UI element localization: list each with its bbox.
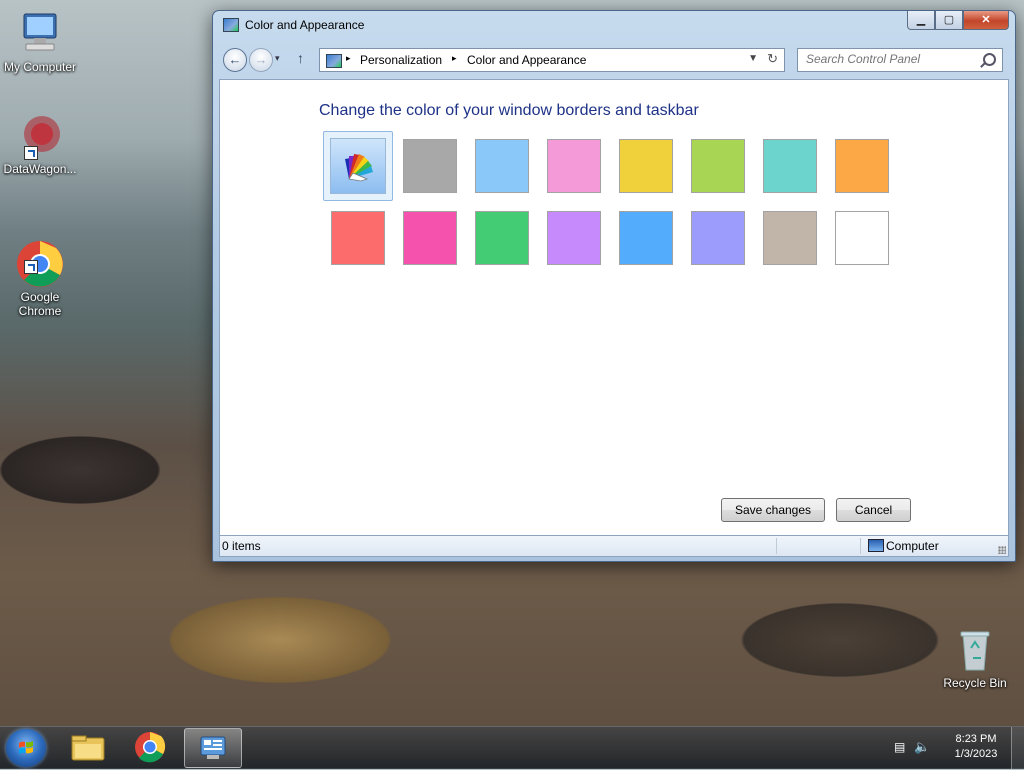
- recent-pages-button[interactable]: ▾: [275, 53, 280, 64]
- back-button[interactable]: ←: [223, 48, 247, 72]
- breadcrumb-chevron-icon[interactable]: ▸: [452, 53, 457, 64]
- clock-date[interactable]: 1/3/2023: [940, 748, 1012, 760]
- page-heading: Change the color of your window borders …: [319, 102, 699, 119]
- close-button[interactable]: ✕: [963, 11, 1009, 30]
- search-input[interactable]: [798, 49, 990, 69]
- address-dropdown-icon[interactable]: ▼: [748, 53, 758, 64]
- computer-icon: [868, 539, 884, 552]
- color-swatch-white[interactable]: [835, 211, 889, 265]
- title-bar[interactable]: Color and Appearance ▁ ▢ ✕: [213, 11, 1015, 39]
- desktop-icon-datawagon[interactable]: DataWagon...: [0, 112, 80, 176]
- breadcrumb-color-appearance[interactable]: Color and Appearance: [467, 53, 586, 67]
- desktop-icon-label: DataWagon...: [3, 162, 77, 176]
- color-swatch-taupe[interactable]: [763, 211, 817, 265]
- color-swatch-teal[interactable]: [763, 139, 817, 193]
- resize-grip-icon[interactable]: [998, 546, 1006, 554]
- content-pane: Change the color of your window borders …: [219, 79, 1009, 536]
- color-swatch-magenta[interactable]: [403, 211, 457, 265]
- windows-logo-icon: [19, 741, 33, 754]
- item-count: 0 items: [222, 539, 261, 553]
- desktop-icon-recycle-bin[interactable]: Recycle Bin: [935, 626, 1015, 690]
- window-title: Color and Appearance: [245, 18, 365, 32]
- color-swatch-gray[interactable]: [403, 139, 457, 193]
- status-divider: [860, 538, 861, 554]
- search-box[interactable]: [797, 48, 1003, 72]
- back-arrow-icon: ←: [228, 52, 242, 67]
- color-swatch-orange[interactable]: [835, 139, 889, 193]
- computer-icon: [16, 10, 64, 58]
- start-button[interactable]: [6, 729, 46, 767]
- up-button[interactable]: ↑: [297, 50, 304, 66]
- color-swatch-red[interactable]: [331, 211, 385, 265]
- search-icon[interactable]: [983, 53, 996, 66]
- color-swatch-lime[interactable]: [691, 139, 745, 193]
- color-swatch-violet[interactable]: [547, 211, 601, 265]
- status-location: Computer: [886, 539, 939, 553]
- color-palette-icon: [345, 154, 373, 182]
- control-panel-icon: [223, 18, 239, 32]
- control-panel-icon: [200, 736, 226, 759]
- taskbar-file-explorer[interactable]: [60, 728, 116, 766]
- up-arrow-icon: ↑: [297, 50, 304, 66]
- maximize-button[interactable]: ▢: [935, 11, 963, 30]
- color-swatch-green[interactable]: [475, 211, 529, 265]
- chevron-down-icon: ▾: [275, 53, 280, 63]
- desktop-icon-label: My Computer: [3, 60, 77, 74]
- chrome-icon: [135, 732, 166, 763]
- forward-arrow-icon: →: [254, 52, 268, 67]
- breadcrumb-personalization[interactable]: Personalization: [360, 53, 442, 67]
- breadcrumb-chevron-icon[interactable]: ▸: [346, 53, 351, 64]
- status-divider: [776, 538, 777, 554]
- color-swatch-sky[interactable]: [475, 139, 529, 193]
- address-bar[interactable]: ▸ Personalization ▸ Color and Appearance…: [319, 48, 785, 72]
- taskbar: ▤ 🔈 8:23 PM 1/3/2023: [0, 726, 1024, 769]
- network-icon[interactable]: ▤: [894, 740, 905, 754]
- color-swatch-periwinkle[interactable]: [691, 211, 745, 265]
- clock-time[interactable]: 8:23 PM: [940, 733, 1012, 745]
- color-swatch-yellow[interactable]: [619, 139, 673, 193]
- volume-icon[interactable]: 🔈: [914, 739, 930, 755]
- control-panel-icon: [326, 54, 342, 68]
- forward-button[interactable]: →: [249, 48, 273, 72]
- shortcut-arrow-icon: [24, 146, 38, 160]
- desktop-icon-google-chrome[interactable]: Google Chrome: [0, 212, 80, 332]
- status-bar: 0 items Computer: [219, 535, 1009, 557]
- file-explorer-icon: [71, 735, 105, 761]
- recycle-bin-icon: [951, 626, 999, 674]
- chrome-icon: [16, 226, 64, 287]
- shortcut-arrow-icon: [24, 260, 38, 274]
- desktop-icon-label: Google Chrome: [18, 290, 62, 318]
- system-tray: ▤ 🔈 8:23 PM 1/3/2023: [884, 727, 1024, 769]
- color-swatch-custom[interactable]: [330, 138, 386, 194]
- desktop-icon-my-computer[interactable]: My Computer: [0, 10, 80, 74]
- navigation-bar: ← → ▾ ↑ ▸ Personalization ▸ Color and Ap…: [219, 47, 1009, 73]
- refresh-icon[interactable]: ↻: [767, 51, 778, 67]
- cancel-button[interactable]: Cancel: [836, 498, 911, 522]
- show-desktop-button[interactable]: [1011, 727, 1024, 769]
- color-appearance-window: Color and Appearance ▁ ▢ ✕ ← → ▾ ↑ ▸ Per…: [212, 10, 1016, 562]
- desktop-icon-label: Recycle Bin: [943, 676, 1007, 690]
- taskbar-control-panel[interactable]: [184, 728, 242, 768]
- color-swatch-pink[interactable]: [547, 139, 601, 193]
- save-changes-button[interactable]: Save changes: [721, 498, 825, 522]
- minimize-button[interactable]: ▁: [907, 11, 935, 30]
- taskbar-chrome[interactable]: [122, 728, 178, 766]
- custom-color-swatch: [330, 138, 386, 194]
- datawagon-icon: [16, 112, 64, 160]
- color-swatch-blue[interactable]: [619, 211, 673, 265]
